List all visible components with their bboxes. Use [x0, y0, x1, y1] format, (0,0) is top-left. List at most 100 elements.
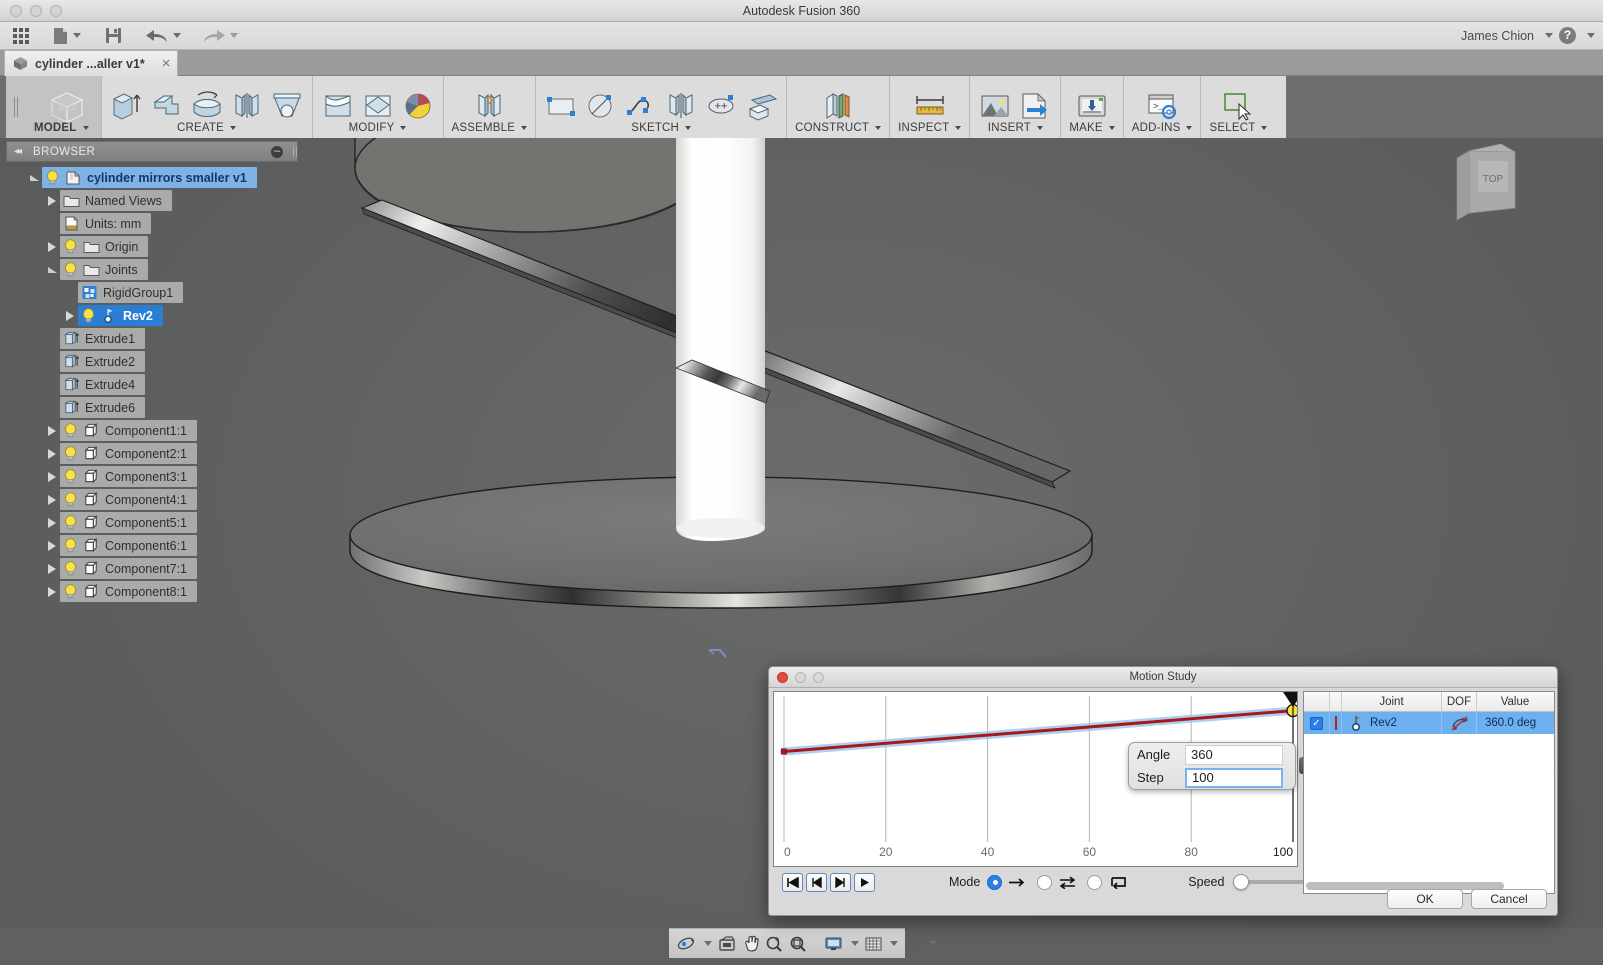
skip-to-start-button[interactable]	[782, 873, 803, 892]
chevron-right-icon[interactable]	[62, 309, 78, 323]
rectangle-icon[interactable]	[544, 90, 578, 122]
orbit-button[interactable]	[675, 935, 714, 952]
tree-item-label-container[interactable]: Origin	[60, 236, 148, 257]
chevron-down-icon[interactable]	[875, 126, 881, 130]
tree-item-rev2[interactable]: Rev2	[0, 304, 300, 327]
minimize-browser-icon[interactable]: –	[271, 146, 283, 158]
tree-item-label-container[interactable]: Named Views	[60, 190, 172, 211]
chevron-down-icon[interactable]	[26, 171, 42, 185]
chevron-down-icon[interactable]	[1186, 126, 1192, 130]
chevron-down-icon[interactable]	[1261, 126, 1267, 130]
tree-item-extrude1[interactable]: Extrude1	[0, 327, 300, 350]
tree-item-label-container[interactable]: Extrude6	[60, 397, 145, 418]
angle-input[interactable]: 360	[1185, 745, 1283, 765]
rib-icon[interactable]	[230, 90, 264, 122]
light-bulb-icon[interactable]	[63, 469, 78, 485]
column-header-dof[interactable]: DOF	[1442, 692, 1477, 711]
dimension-icon[interactable]: ++	[704, 90, 738, 122]
chevron-down-icon[interactable]	[44, 263, 60, 277]
tree-item-label-container[interactable]: Component6:1	[60, 535, 197, 556]
chevron-down-icon[interactable]	[890, 941, 898, 946]
forward-mode-radio[interactable]	[987, 875, 1002, 890]
new-file-button[interactable]	[48, 23, 86, 49]
tree-item-component3-1[interactable]: Component3:1	[0, 465, 300, 488]
fillet-icon[interactable]	[361, 90, 395, 122]
ribbon-drag-handle[interactable]	[6, 76, 22, 138]
tree-item-extrude4[interactable]: Extrude4	[0, 373, 300, 396]
workspace-switcher[interactable]: MODEL	[22, 76, 102, 138]
tree-item-label-container[interactable]: Extrude2	[60, 351, 145, 372]
appearance-icon[interactable]	[401, 90, 435, 122]
loft-icon[interactable]	[270, 90, 304, 122]
tree-item-cylinder-mirrors-smaller-v1[interactable]: cylinder mirrors smaller v1	[0, 166, 300, 189]
zoom-button[interactable]	[763, 935, 785, 952]
apps-grid-icon[interactable]	[8, 23, 34, 49]
tree-item-label-container[interactable]: RigidGroup1	[78, 282, 183, 303]
chevron-down-icon[interactable]	[685, 126, 691, 130]
tree-item-component1-1[interactable]: Component1:1	[0, 419, 300, 442]
step-input[interactable]: 100	[1185, 768, 1283, 788]
help-icon[interactable]: ?	[1559, 27, 1576, 44]
browser-resize-grip[interactable]	[293, 146, 294, 157]
playback-controls[interactable]	[782, 873, 878, 892]
light-bulb-icon[interactable]	[63, 538, 78, 554]
joints-table[interactable]: Joint DOF Value ✓ Rev2	[1303, 691, 1555, 894]
display-settings-button[interactable]	[823, 936, 861, 952]
chevron-right-icon[interactable]	[44, 424, 60, 438]
tree-item-component7-1[interactable]: Component7:1	[0, 557, 300, 580]
tree-item-label-container[interactable]: cylinder mirrors smaller v1	[42, 167, 257, 188]
tree-item-component8-1[interactable]: Component8:1	[0, 580, 300, 603]
chevron-right-icon[interactable]	[44, 240, 60, 254]
construct-plane-icon[interactable]	[821, 90, 855, 122]
insert-image-icon[interactable]	[978, 90, 1012, 122]
light-bulb-icon[interactable]	[63, 446, 78, 462]
step-back-button[interactable]	[806, 873, 827, 892]
tree-item-rigidgroup1[interactable]: RigidGroup1	[0, 281, 300, 304]
keyframe-tooltip[interactable]: Angle 360 Step 100 –	[1128, 742, 1296, 790]
redo-button[interactable]	[198, 23, 243, 49]
close-icon[interactable]: ×	[162, 56, 171, 71]
chevron-down-icon[interactable]	[73, 33, 81, 38]
chevron-down-icon[interactable]	[83, 126, 89, 130]
dialog-traffic-lights[interactable]	[777, 672, 824, 683]
tree-item-extrude6[interactable]: Extrude6	[0, 396, 300, 419]
tree-item-label-container[interactable]: Joints	[60, 259, 148, 280]
chevron-down-icon[interactable]	[521, 126, 527, 130]
dialog-zoom-button[interactable]	[813, 672, 824, 683]
row-value-cell[interactable]: 360.0 deg	[1477, 712, 1553, 734]
chevron-down-icon[interactable]	[230, 33, 238, 38]
joint-icon[interactable]	[472, 90, 506, 122]
tree-item-origin[interactable]: Origin	[0, 235, 300, 258]
dialog-minimize-button[interactable]	[795, 672, 806, 683]
chevron-right-icon[interactable]	[44, 194, 60, 208]
light-bulb-icon[interactable]	[45, 170, 60, 186]
light-bulb-icon[interactable]	[63, 423, 78, 439]
user-menu-area[interactable]: James Chion ?	[1461, 27, 1595, 44]
3d-print-icon[interactable]	[1075, 90, 1109, 122]
speed-slider-knob[interactable]	[1233, 874, 1249, 890]
offset-plane-icon[interactable]	[744, 90, 778, 122]
browser-tree[interactable]: cylinder mirrors smaller v1Named ViewsUn…	[0, 166, 300, 603]
fit-button[interactable]	[787, 935, 809, 952]
tree-item-named-views[interactable]: Named Views	[0, 189, 300, 212]
chevron-down-icon[interactable]	[1545, 33, 1553, 38]
light-bulb-icon[interactable]	[63, 561, 78, 577]
chevron-down-icon[interactable]	[704, 941, 712, 946]
tree-item-label-container[interactable]: Rev2	[78, 305, 163, 326]
chevron-right-icon[interactable]	[44, 539, 60, 553]
select-window-icon[interactable]	[1221, 90, 1255, 122]
extrude-icon[interactable]	[110, 90, 144, 122]
column-header-value[interactable]: Value	[1477, 692, 1553, 711]
chevron-right-icon[interactable]	[44, 470, 60, 484]
step-forward-button[interactable]	[830, 873, 851, 892]
collapse-browser-icon[interactable]: ◂◂	[14, 146, 20, 157]
light-bulb-icon[interactable]	[63, 584, 78, 600]
motion-study-graph[interactable]: 020406080100 Angle 360 Step 100 –	[773, 691, 1298, 867]
row-checkbox-cell[interactable]: ✓	[1304, 712, 1330, 734]
light-bulb-icon[interactable]	[81, 308, 96, 324]
tree-item-label-container[interactable]: Component1:1	[60, 420, 197, 441]
press-pull-icon[interactable]	[321, 90, 355, 122]
tree-item-extrude2[interactable]: Extrude2	[0, 350, 300, 373]
tree-item-label-container[interactable]: Extrude1	[60, 328, 145, 349]
tree-item-label-container[interactable]: Units: mm	[60, 213, 151, 234]
